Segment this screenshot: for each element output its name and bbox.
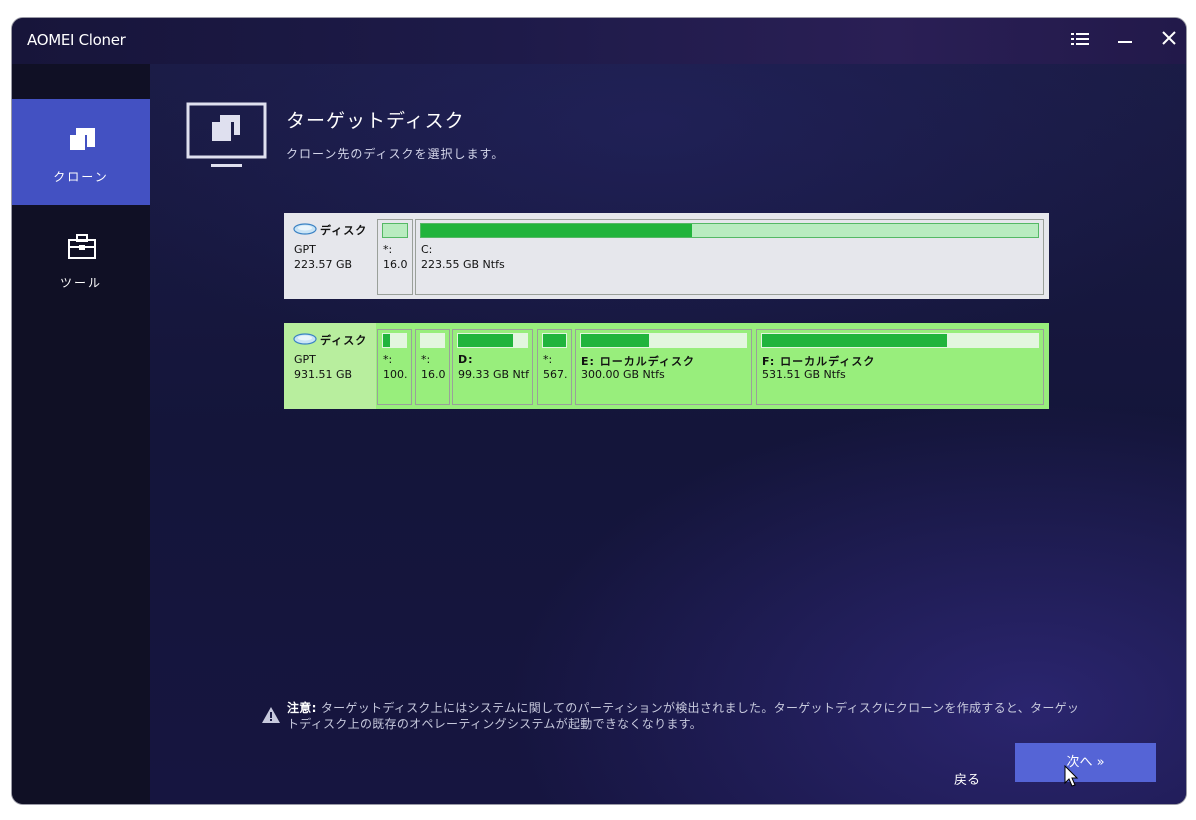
disk-row-selected[interactable]: ディスク GPT 931.51 GB *: 100. *: 16.0 D: 99… <box>284 323 1049 409</box>
minimize-icon[interactable] <box>1112 28 1138 54</box>
page-subtitle: クローン先のディスクを選択します。 <box>286 147 505 161</box>
disk-info: ディスク GPT 931.51 GB <box>284 323 376 409</box>
usage-bar <box>761 333 1039 348</box>
clone-icon <box>67 126 97 160</box>
partition-size: 100. <box>383 368 408 381</box>
usage-bar <box>457 333 528 348</box>
next-button[interactable]: 次へ » <box>1015 743 1156 782</box>
disk-icon <box>293 222 317 239</box>
partition[interactable]: *: 16.0 <box>415 329 450 405</box>
sidebar-item-clone[interactable]: クローン <box>12 99 150 205</box>
monitor-clone-icon <box>186 102 268 172</box>
warning-body: ターゲットディスク上にはシステムに関してのパーティションが検出されました。ターゲ… <box>287 701 1080 731</box>
partition[interactable]: D: 99.33 GB Ntf <box>452 329 533 405</box>
app-window: AOMEI Cloner クローン ツール ターゲットディスク クローン先のディ… <box>11 17 1187 805</box>
usage-bar <box>420 223 1039 238</box>
usage-fill <box>543 334 566 347</box>
partition[interactable]: *: 16.0 <box>377 219 413 295</box>
window-title: AOMEI Cloner <box>27 31 126 49</box>
sidebar: クローン ツール <box>12 64 150 804</box>
main-panel: ターゲットディスク クローン先のディスクを選択します。 ディスク GPT 223… <box>150 64 1186 804</box>
partition-label: *: <box>383 353 393 366</box>
disk-info: ディスク GPT 223.57 GB <box>284 213 376 299</box>
usage-bar <box>542 333 567 348</box>
partition[interactable]: E: ローカルディスク 300.00 GB Ntfs <box>575 329 752 405</box>
partition[interactable]: *: 100. <box>377 329 412 405</box>
usage-bar <box>382 223 408 238</box>
sidebar-item-tools[interactable]: ツール <box>12 205 150 311</box>
usage-fill <box>383 334 390 347</box>
close-icon[interactable] <box>1156 28 1182 54</box>
partition-size: 567. <box>543 368 568 381</box>
partition-size: 531.51 GB Ntfs <box>762 368 846 381</box>
usage-bar <box>382 333 407 348</box>
partition-label: F: ローカルディスク <box>762 355 876 368</box>
toolbox-icon <box>67 233 97 265</box>
partition-label: C: <box>421 243 433 256</box>
disk-size: 931.51 GB <box>294 368 353 381</box>
page-title: ターゲットディスク <box>286 110 465 132</box>
disk-name: ディスク <box>320 334 368 347</box>
warning-label: 注意: <box>287 701 317 715</box>
disk-type: GPT <box>294 353 316 366</box>
partition-label: *: <box>421 353 431 366</box>
partition[interactable]: *: 567. <box>537 329 572 405</box>
sidebar-item-label: ツール <box>59 276 102 290</box>
menu-list-icon[interactable] <box>1067 28 1093 54</box>
disk-icon <box>293 332 317 349</box>
disk-name: ディスク <box>320 224 368 237</box>
warning-triangle-icon <box>261 706 281 728</box>
disk-type: GPT <box>294 243 316 256</box>
usage-fill <box>421 224 693 237</box>
back-button[interactable]: 戻る <box>954 769 980 788</box>
disk-row[interactable]: ディスク GPT 223.57 GB *: 16.0 C: 223.55 GB … <box>284 213 1049 299</box>
partition-size: 16.0 <box>383 258 408 271</box>
partition-size: 16.0 <box>421 368 446 381</box>
usage-fill <box>458 334 514 347</box>
partition[interactable]: F: ローカルディスク 531.51 GB Ntfs <box>756 329 1044 405</box>
partition[interactable]: C: 223.55 GB Ntfs <box>415 219 1044 295</box>
partition-label: *: <box>383 243 393 256</box>
sidebar-item-label: クローン <box>53 170 109 184</box>
usage-fill <box>581 334 649 347</box>
usage-fill <box>762 334 947 347</box>
partition-size: 300.00 GB Ntfs <box>581 368 665 381</box>
title-bar: AOMEI Cloner <box>12 18 1186 64</box>
partition-label: *: <box>543 353 553 366</box>
usage-bar <box>420 333 445 348</box>
disk-size: 223.57 GB <box>294 258 353 271</box>
mouse-cursor-icon <box>1064 765 1079 787</box>
warning-text: 注意: ターゲットディスク上にはシステムに関してのパーティションが検出されました… <box>287 700 1087 732</box>
partition-size: 223.55 GB Ntfs <box>421 258 505 271</box>
usage-bar <box>580 333 747 348</box>
partition-label: E: ローカルディスク <box>581 355 695 368</box>
partition-label: D: <box>458 353 474 366</box>
partition-size: 99.33 GB Ntf <box>458 368 529 381</box>
